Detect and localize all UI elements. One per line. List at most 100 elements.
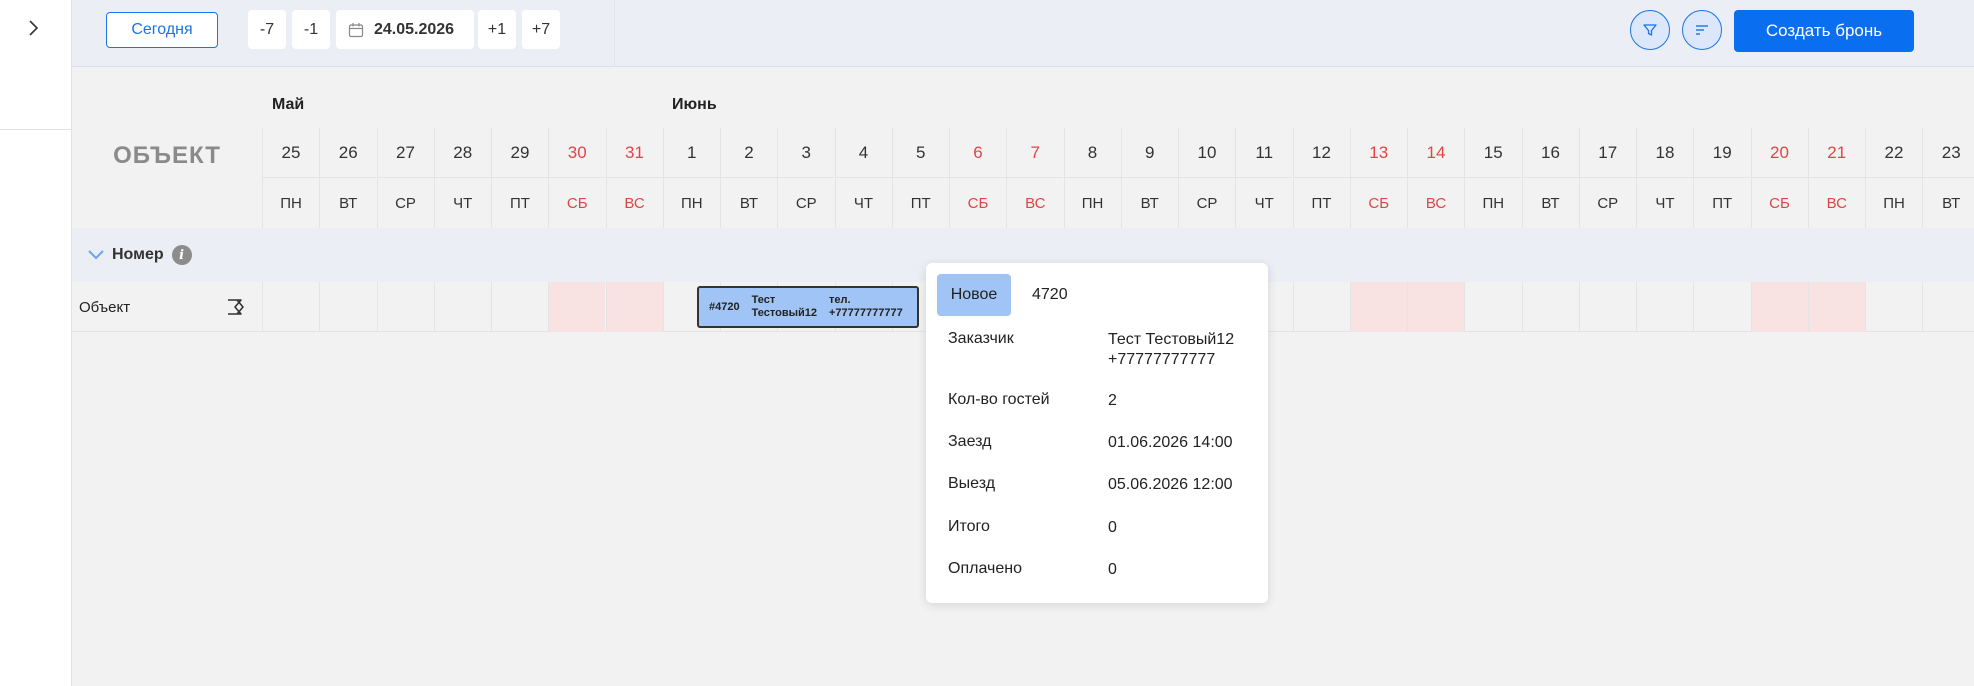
- object-column-header: ОБЪЕКТ: [113, 142, 221, 169]
- day-name: ВТ: [1521, 178, 1579, 228]
- day-cell[interactable]: [605, 282, 663, 332]
- day-cell[interactable]: [319, 282, 376, 332]
- day-cell[interactable]: [491, 282, 548, 332]
- day-number: 1: [662, 128, 720, 178]
- minus-7-days-button[interactable]: -7: [248, 10, 286, 49]
- day-name: ВС: [1807, 178, 1865, 228]
- day-number: 29: [491, 128, 548, 178]
- day-name: ЧТ: [1235, 178, 1292, 228]
- day-number: 31: [605, 128, 663, 178]
- day-cell[interactable]: [1578, 282, 1636, 332]
- day-cell[interactable]: [1349, 282, 1407, 332]
- status-badge: Новое: [937, 274, 1011, 316]
- day-number: 16: [1521, 128, 1579, 178]
- day-name: ВС: [605, 178, 663, 228]
- day-number: 11: [1235, 128, 1293, 178]
- day-number: 23: [1922, 128, 1974, 178]
- day-number: 21: [1807, 128, 1865, 178]
- guests-label: Кол-во гостей: [948, 391, 1050, 408]
- day-name: ВТ: [1120, 178, 1178, 228]
- day-name: ВТ: [319, 178, 376, 228]
- expand-sidebar-button[interactable]: [20, 14, 48, 42]
- month-label-may: Май: [272, 96, 305, 113]
- chevron-right-icon: [29, 20, 39, 36]
- day-number: 28: [433, 128, 491, 178]
- day-number: 26: [319, 128, 377, 178]
- plus-1-day-button[interactable]: +1: [478, 10, 516, 49]
- sort-button[interactable]: [1682, 10, 1722, 50]
- sort-icon: [1696, 25, 1708, 35]
- checkin-label: Заезд: [948, 433, 992, 450]
- customer-value: Тест Тестовый12 +77777777777: [1108, 330, 1234, 370]
- day-number: 18: [1636, 128, 1693, 178]
- day-cell[interactable]: [1521, 282, 1579, 332]
- day-cell[interactable]: [1636, 282, 1693, 332]
- day-name: СБ: [1750, 178, 1808, 228]
- day-cell[interactable]: [548, 282, 606, 332]
- booking-number: 4720: [1032, 286, 1068, 303]
- left-sidebar: [0, 0, 72, 686]
- checkout-label: Выезд: [948, 475, 996, 492]
- today-button[interactable]: Сегодня: [106, 12, 218, 48]
- filter-button[interactable]: [1630, 10, 1670, 50]
- day-name: ЧТ: [834, 178, 892, 228]
- chevron-down-icon: [88, 250, 104, 260]
- day-cell[interactable]: [1807, 282, 1865, 332]
- booking-popup: Новое 4720 Заказчик Тест Тестовый12 +777…: [926, 263, 1268, 603]
- booking-name-line2: Тестовый12: [751, 307, 817, 319]
- day-number: 19: [1693, 128, 1751, 178]
- day-cell[interactable]: [1693, 282, 1750, 332]
- minus-1-day-button[interactable]: -1: [292, 10, 330, 49]
- create-booking-button[interactable]: Создать бронь: [1734, 10, 1914, 52]
- group-toggle[interactable]: Номер i: [88, 228, 192, 282]
- sigma-icon[interactable]: [224, 296, 246, 318]
- checkout-value: 05.06.2026 12:00: [1108, 476, 1233, 493]
- sidebar-divider: [0, 129, 72, 130]
- info-icon[interactable]: i: [171, 245, 192, 265]
- day-number: 3: [777, 128, 835, 178]
- day-name: СБ: [1349, 178, 1407, 228]
- day-number: 30: [548, 128, 606, 178]
- toolbar-divider: [614, 0, 615, 67]
- booking-bar[interactable]: #4720 Тест Тестовый12 тел. +77777777777: [697, 286, 919, 328]
- day-name: СБ: [548, 178, 605, 228]
- calendar-header: ОБЪЕКТ Май Июнь 25 ПН 26 ВТ 27 СР 28 ЧТ 29 ПТ 30 СБ…: [72, 68, 1974, 228]
- day-number: 10: [1178, 128, 1235, 178]
- day-cell[interactable]: [433, 282, 491, 332]
- day-cell[interactable]: [1292, 282, 1350, 332]
- day-number: 20: [1750, 128, 1808, 178]
- booking-guest: Тест Тестовый12: [752, 294, 817, 320]
- day-cell[interactable]: [1464, 282, 1521, 332]
- day-cell[interactable]: [262, 282, 319, 332]
- day-number: 4: [834, 128, 892, 178]
- day-name: ПН: [1865, 178, 1922, 228]
- day-cell[interactable]: [1407, 282, 1464, 332]
- day-name: СР: [1178, 178, 1235, 228]
- day-number: 13: [1349, 128, 1407, 178]
- day-cell[interactable]: [376, 282, 434, 332]
- day-cell[interactable]: [1865, 282, 1922, 332]
- paid-value: 0: [1108, 561, 1117, 578]
- date-picker[interactable]: 24.05.2026: [336, 10, 474, 49]
- day-name: ПТ: [491, 178, 548, 228]
- day-number: 27: [376, 128, 434, 178]
- current-date: 24.05.2026: [374, 20, 455, 38]
- day-name: ВС: [1006, 178, 1063, 228]
- calendar-icon: [348, 22, 364, 37]
- day-cell[interactable]: [1750, 282, 1808, 332]
- plus-7-days-button[interactable]: +7: [522, 10, 560, 49]
- guests-value: 2: [1108, 392, 1117, 409]
- total-label: Итого: [948, 518, 990, 535]
- day-name: ВТ: [1922, 178, 1974, 228]
- filter-icon: [1643, 24, 1657, 36]
- day-number: 14: [1407, 128, 1464, 178]
- day-number: 17: [1578, 128, 1636, 178]
- day-name: ПН: [262, 178, 319, 228]
- booking-phone-line1: тел.: [828, 294, 851, 306]
- object-name: Объект: [79, 298, 131, 316]
- day-name: СБ: [949, 178, 1006, 228]
- toolbar: Сегодня -7 -1 24.05.2026 +1 +7 Создать б…: [72, 0, 1974, 67]
- day-name: СР: [376, 178, 434, 228]
- day-cell[interactable]: [1922, 282, 1974, 332]
- day-number: 9: [1120, 128, 1178, 178]
